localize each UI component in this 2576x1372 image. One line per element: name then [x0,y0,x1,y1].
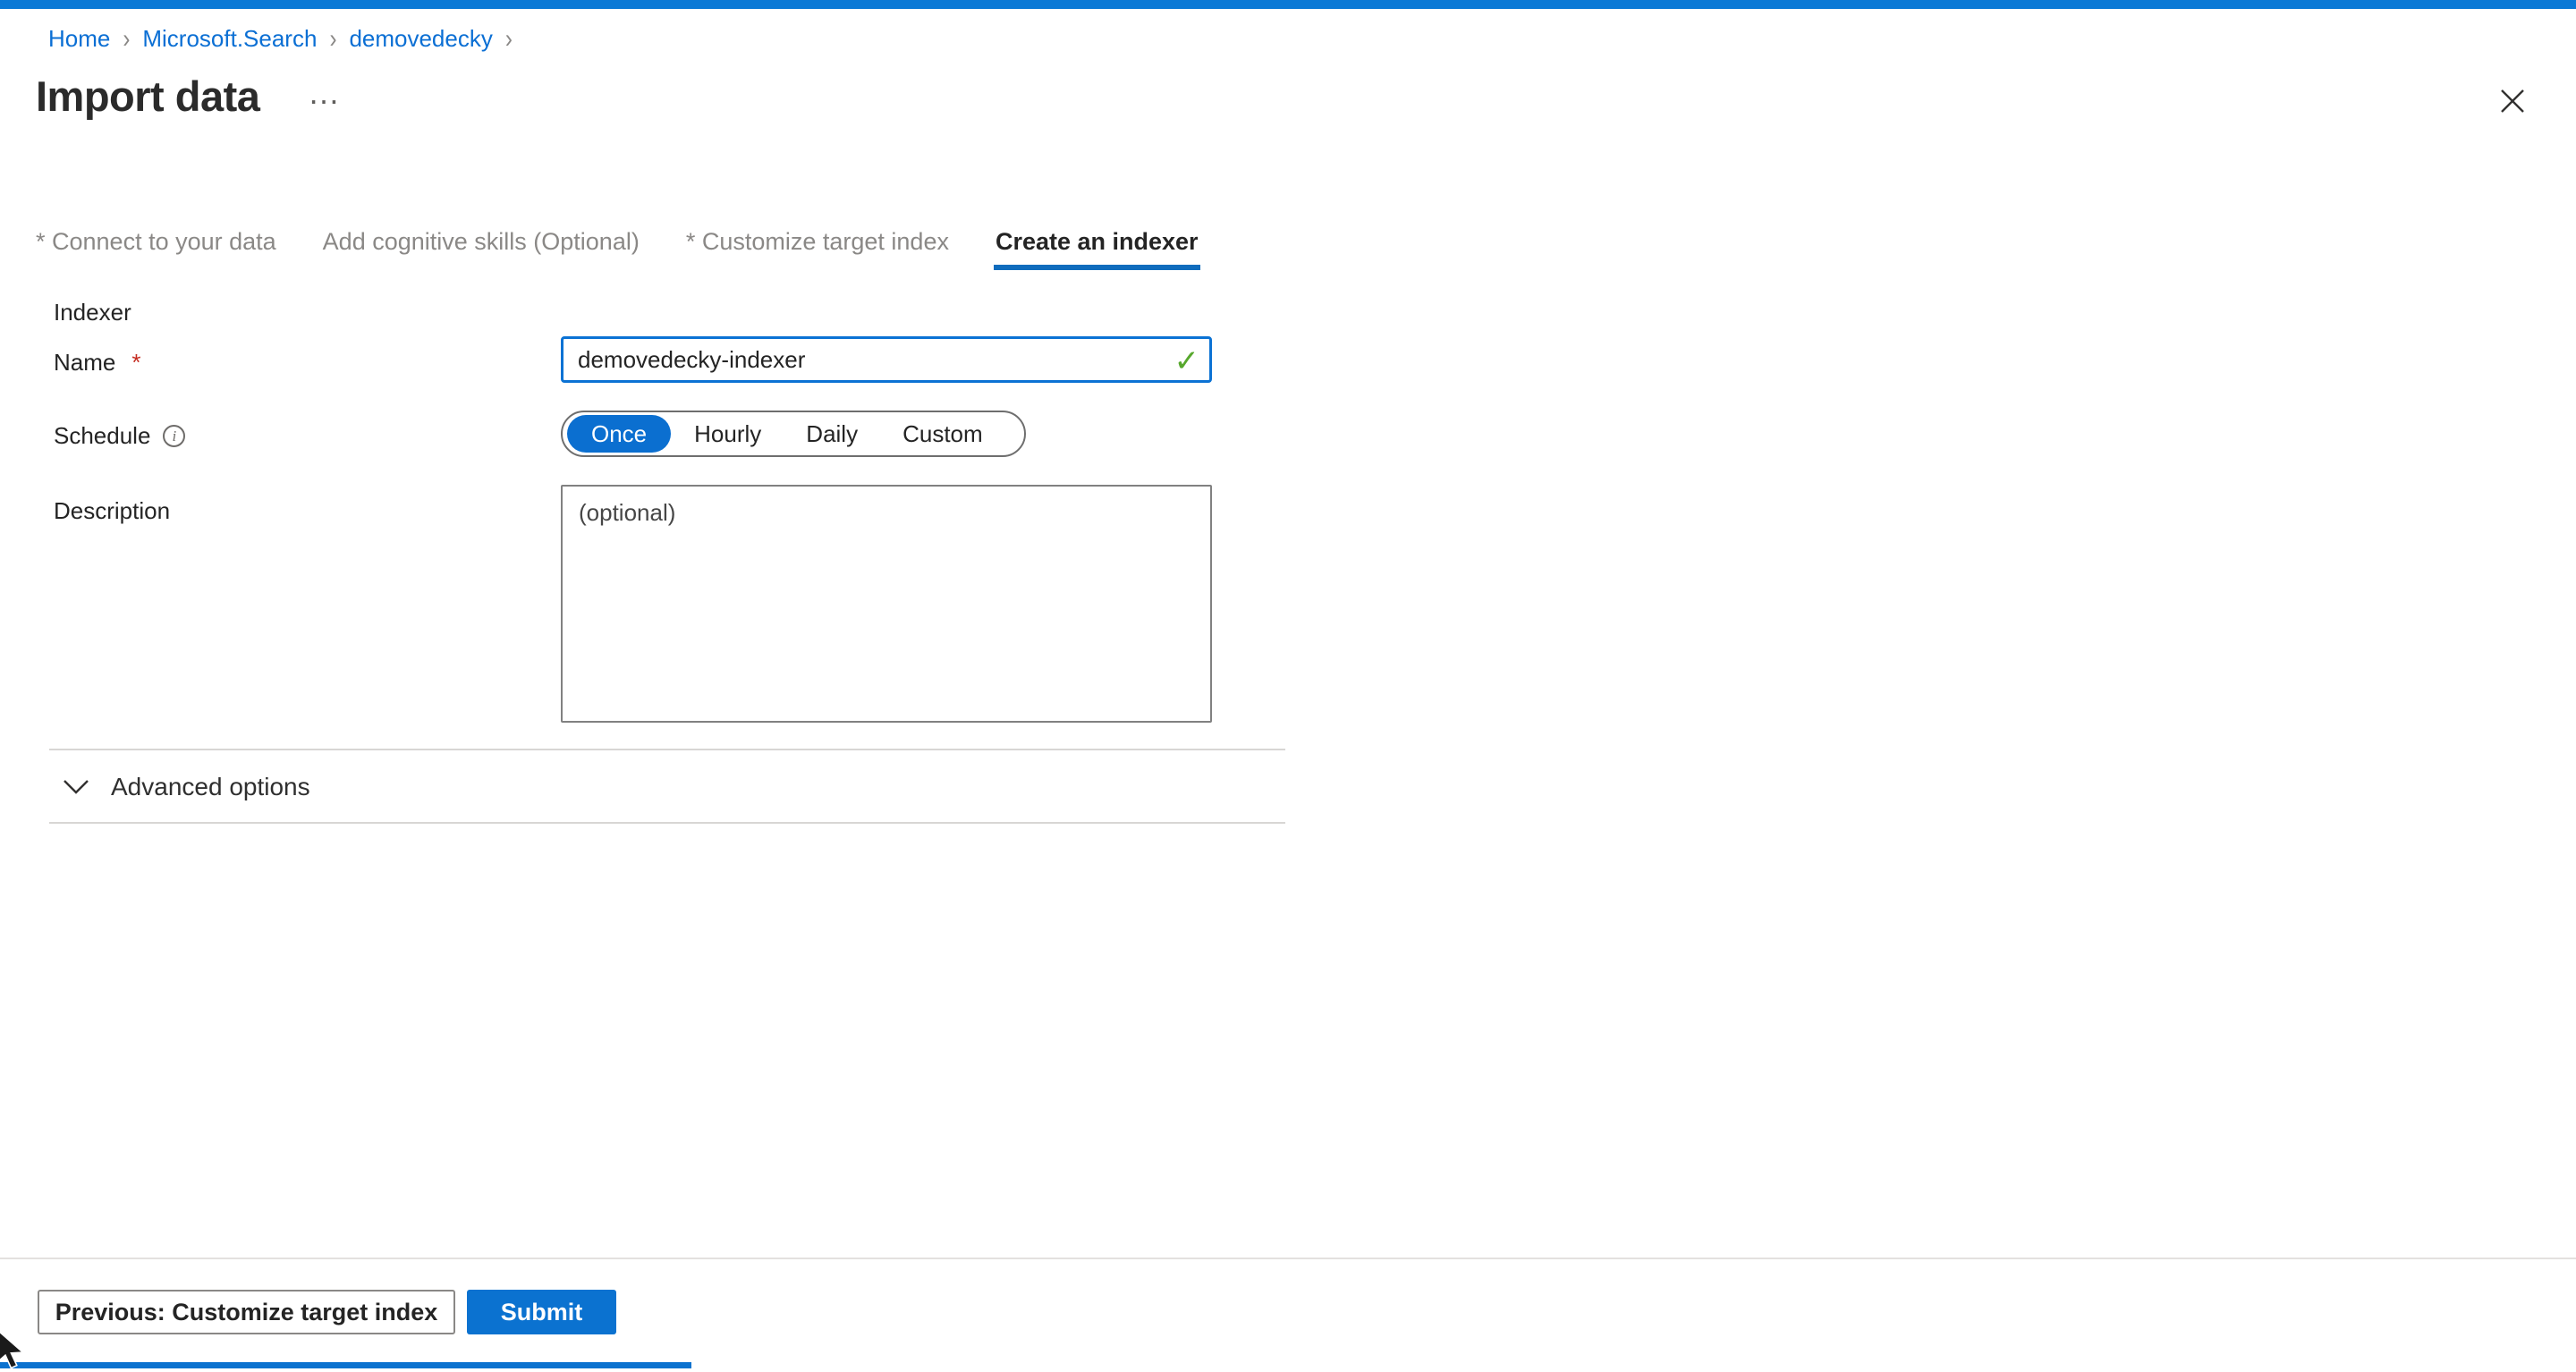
bottom-accent-bar [0,1362,691,1368]
description-textarea[interactable] [561,485,1212,723]
divider [49,822,1285,824]
schedule-option-custom[interactable]: Custom [881,415,1004,453]
tab-customize-target-index[interactable]: * Customize target index [686,228,949,270]
tab-connect-to-your-data[interactable]: * Connect to your data [36,228,276,270]
divider [49,749,1285,750]
schedule-segmented-control: Once Hourly Daily Custom [561,411,1026,457]
breadcrumb-separator-icon: › [505,23,513,55]
advanced-options-label: Advanced options [111,773,310,801]
close-button[interactable] [2497,86,2528,116]
page-title: Import data [36,72,259,121]
top-accent-bar [0,0,2576,9]
breadcrumb-separator-icon: › [123,23,130,55]
schedule-option-hourly[interactable]: Hourly [673,415,783,453]
description-field-label: Description [54,497,170,525]
schedule-option-once[interactable]: Once [567,415,671,453]
breadcrumb-separator-icon: › [329,23,336,55]
advanced-options-toggle[interactable]: Advanced options [63,767,310,807]
breadcrumb-microsoft-search[interactable]: Microsoft.Search [142,25,317,53]
indexer-name-input[interactable] [561,336,1212,383]
name-field-label: Name * [54,349,140,377]
more-options-icon[interactable]: … [308,77,340,109]
wizard-tabs: * Connect to your data Add cognitive ski… [36,228,1199,270]
name-input-wrapper: ✓ [561,336,1212,383]
submit-button[interactable]: Submit [467,1290,616,1334]
indexer-section-label: Indexer [54,299,131,326]
required-asterisk: * [131,349,140,377]
schedule-field-label: Schedule i [54,422,185,450]
schedule-option-daily[interactable]: Daily [784,415,879,453]
breadcrumb-home[interactable]: Home [48,25,110,53]
previous-step-button[interactable]: Previous: Customize target index [38,1290,455,1334]
tab-create-an-indexer[interactable]: Create an indexer [996,228,1199,270]
tab-add-cognitive-skills[interactable]: Add cognitive skills (Optional) [323,228,640,270]
info-icon[interactable]: i [163,425,185,447]
breadcrumb: Home › Microsoft.Search › demovedecky › [48,25,513,53]
description-label-text: Description [54,497,170,525]
close-icon [2500,89,2525,114]
name-label-text: Name [54,349,115,377]
breadcrumb-demovedecky[interactable]: demovedecky [349,25,492,53]
schedule-label-text: Schedule [54,422,150,450]
footer-divider [0,1258,2576,1259]
chevron-down-icon [63,779,89,795]
